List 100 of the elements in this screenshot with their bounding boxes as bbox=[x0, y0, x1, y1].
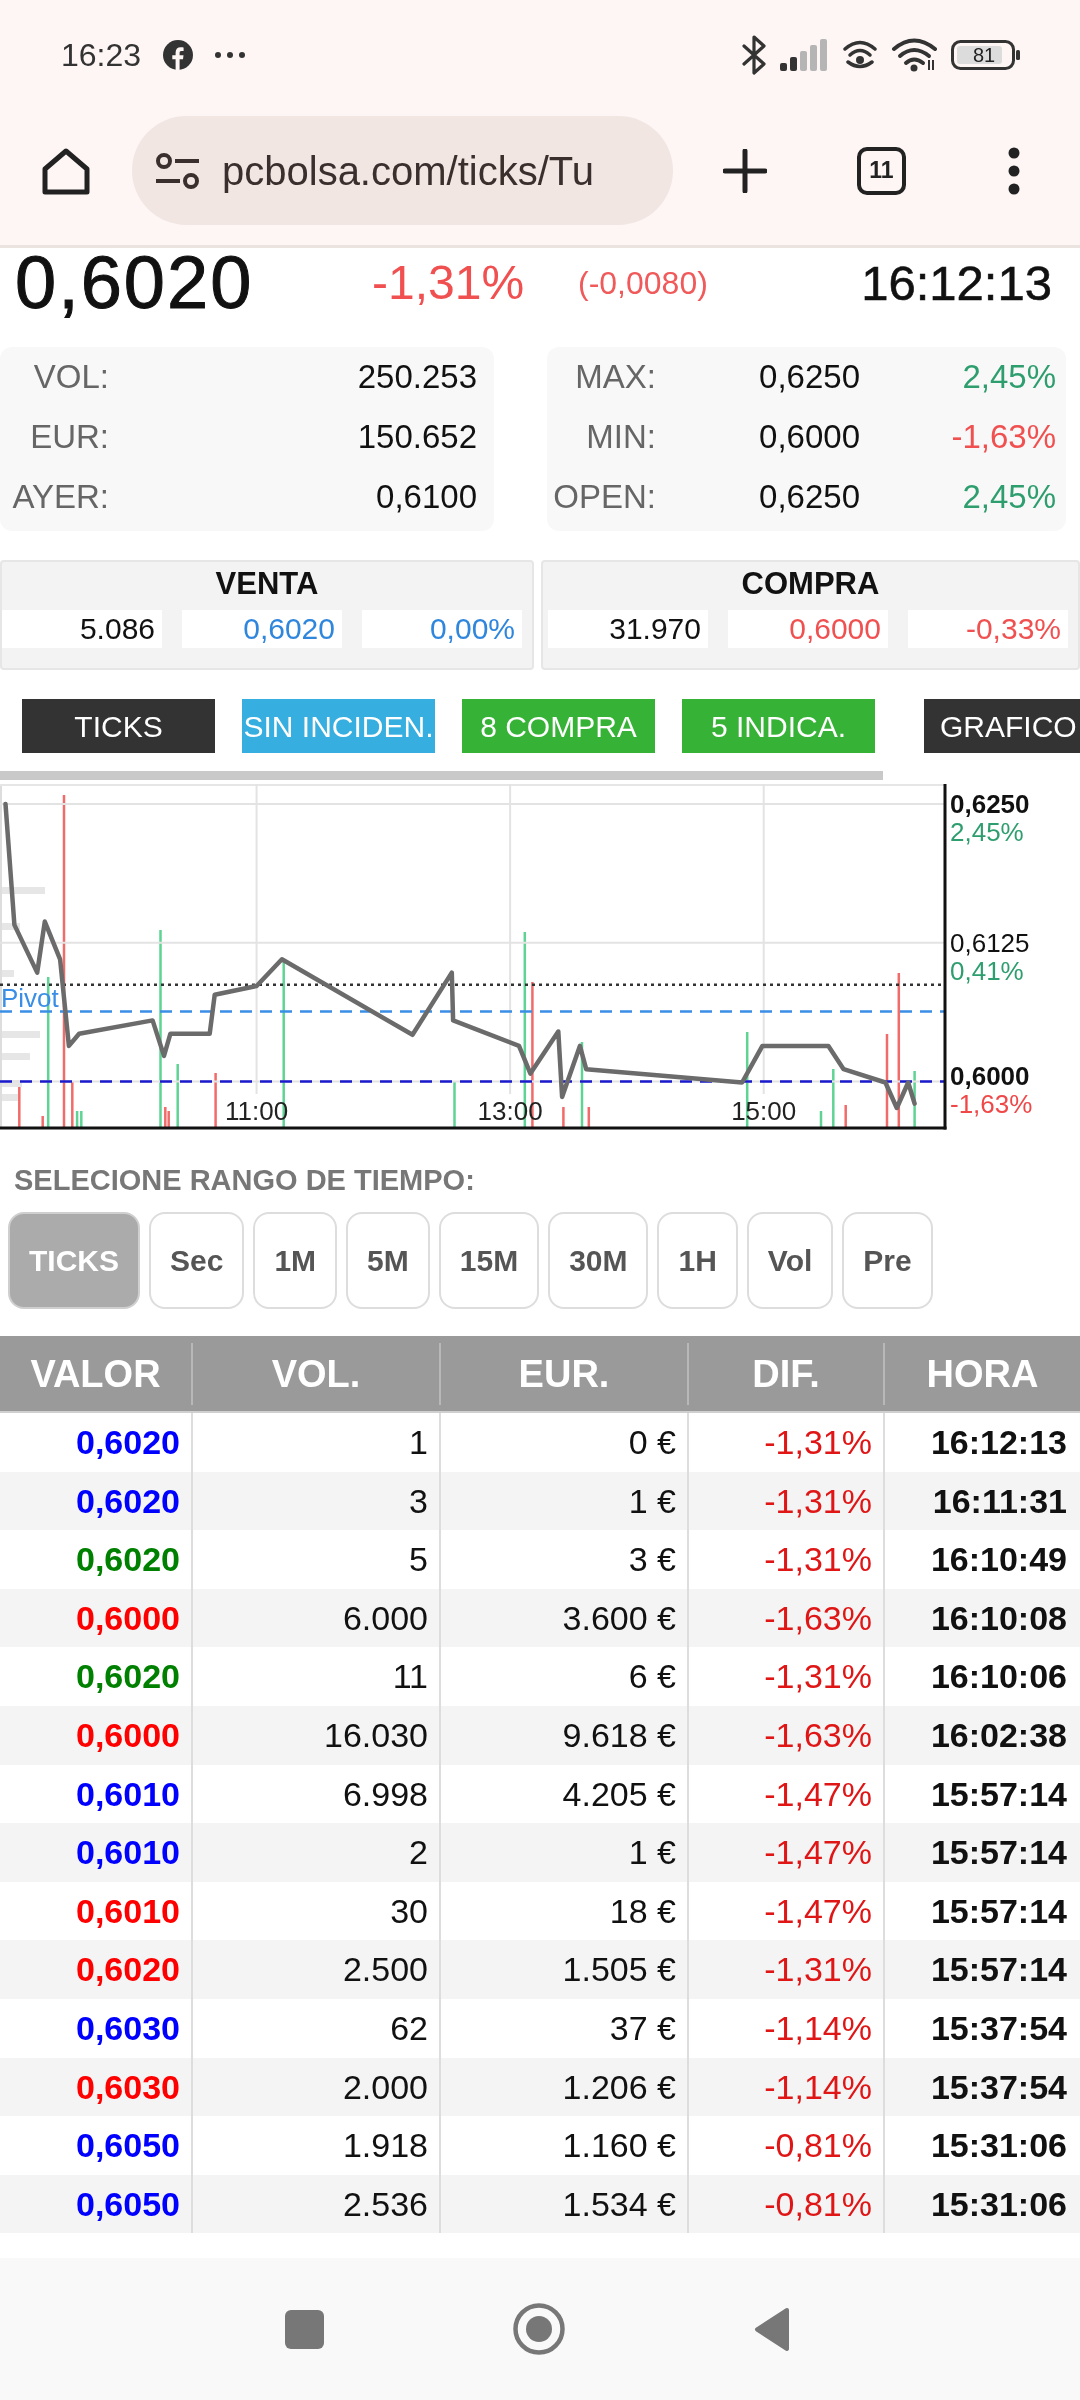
change-value: -1,31% bbox=[689, 1471, 885, 1531]
column-header: VALOR bbox=[0, 1342, 193, 1405]
price-value: 0,6050 bbox=[0, 2174, 193, 2234]
battery-percent: 81 bbox=[971, 43, 997, 68]
range-option[interactable]: Pre bbox=[842, 1212, 933, 1309]
stat-value: 150.652 bbox=[356, 417, 478, 458]
time-value: 16:10:49 bbox=[929, 1539, 1068, 1581]
price-value: 0,6020 bbox=[0, 1471, 193, 1531]
plus-icon[interactable] bbox=[723, 148, 767, 193]
range-option[interactable]: Sec bbox=[149, 1212, 245, 1309]
amount-value: 1 € bbox=[441, 1471, 689, 1531]
ring-icon[interactable] bbox=[513, 2303, 565, 2355]
time-value: 15:31:06 bbox=[929, 2125, 1068, 2167]
site-settings-icon[interactable] bbox=[155, 151, 200, 190]
volume-value: 3 bbox=[193, 1471, 441, 1531]
back-icon[interactable] bbox=[754, 2306, 790, 2352]
time-value: 15:57:14 bbox=[929, 1773, 1068, 1815]
price-value: 0,6010 bbox=[0, 1823, 193, 1882]
wifi-icon bbox=[891, 38, 938, 72]
time-value: 15:31:06 bbox=[929, 2183, 1068, 2225]
range-option[interactable]: 1H bbox=[657, 1212, 738, 1309]
price-value: 0,6020 bbox=[0, 1940, 193, 1999]
tab-switcher-button[interactable]: 11 bbox=[857, 146, 906, 195]
y-axis-label: 0,6000 bbox=[950, 1061, 1030, 1091]
column-header: DIF. bbox=[689, 1342, 885, 1405]
change-value: -0,81% bbox=[689, 2174, 885, 2234]
percent-change-label: 0,41% bbox=[950, 955, 1024, 986]
percent-change: -1,63% bbox=[950, 417, 1056, 458]
last-price: 0,6020 bbox=[15, 246, 255, 320]
time-value: 16:10:08 bbox=[929, 1597, 1068, 1639]
facebook-icon bbox=[163, 40, 194, 70]
column-header: VOL. bbox=[193, 1342, 441, 1405]
stat-value: 0,6250 bbox=[758, 357, 860, 398]
amount-value: 1 € bbox=[441, 1823, 689, 1882]
section-tab[interactable]: GRAFICO bbox=[924, 699, 1080, 753]
percent-change-label: 2,45% bbox=[950, 816, 1024, 847]
stat-value: 250.253 bbox=[356, 357, 478, 398]
percent-change: 2,45% bbox=[961, 357, 1056, 398]
more-dots-icon bbox=[215, 52, 246, 58]
stat-label: OPEN: bbox=[552, 477, 656, 518]
order-side-title: VENTA bbox=[214, 566, 320, 602]
stat-value: 0,6250 bbox=[758, 477, 860, 518]
time-value: 15:37:54 bbox=[929, 2007, 1068, 2049]
menu-icon[interactable] bbox=[1008, 146, 1020, 195]
order-value: 31.970 bbox=[548, 610, 708, 648]
time-value: 15:57:14 bbox=[929, 1832, 1068, 1874]
time-value: 16:10:06 bbox=[929, 1656, 1068, 1698]
order-value: -0,33% bbox=[908, 610, 1068, 648]
order-side-title: COMPRA bbox=[740, 566, 881, 602]
stat-value: 0,6000 bbox=[758, 417, 860, 458]
column-header: HORA bbox=[925, 1351, 1040, 1397]
price-value: 0,6000 bbox=[0, 1588, 193, 1648]
last-trade-time: 16:12:13 bbox=[861, 258, 1053, 308]
time-value: 15:37:54 bbox=[929, 2066, 1068, 2108]
address-bar[interactable]: pcbolsa.com/ticks/Tu bbox=[132, 116, 673, 225]
y-axis-label: 0,6250 bbox=[950, 788, 1030, 819]
bluetooth-icon bbox=[741, 35, 767, 75]
volume-value: 2.500 bbox=[193, 1940, 441, 1999]
amount-value: 1.206 € bbox=[441, 2057, 689, 2117]
signal-icon bbox=[780, 39, 829, 71]
change-value: -1,31% bbox=[689, 1940, 885, 1999]
range-option[interactable]: 15M bbox=[438, 1212, 540, 1309]
amount-value: 9.618 € bbox=[441, 1705, 689, 1765]
amount-value: 1.534 € bbox=[441, 2174, 689, 2234]
stat-label: MIN: bbox=[585, 417, 656, 458]
square-icon[interactable] bbox=[285, 2309, 324, 2349]
time-value: 16:11:31 bbox=[931, 1480, 1068, 1522]
section-label: SELECIONE RANGO DE TIEMPO: bbox=[13, 1163, 476, 1197]
volume-value: 6.000 bbox=[193, 1588, 441, 1648]
order-value: 0,6000 bbox=[728, 610, 888, 648]
time-value: 16:02:38 bbox=[929, 1714, 1068, 1756]
stat-label: EUR: bbox=[29, 417, 109, 458]
absolute-change: (-0,0080) bbox=[578, 267, 709, 299]
time-value: 16:12:13 bbox=[929, 1422, 1068, 1463]
range-option[interactable]: 1M bbox=[253, 1212, 338, 1309]
range-option[interactable]: Vol bbox=[746, 1212, 834, 1309]
stat-value: 0,6100 bbox=[375, 477, 478, 518]
order-value: 5.086 bbox=[2, 610, 162, 648]
time-value: 15:57:14 bbox=[929, 1890, 1068, 1932]
volume-value: 2 bbox=[193, 1823, 441, 1882]
section-tab[interactable]: TICKS bbox=[22, 699, 215, 753]
volume-value: 16.030 bbox=[193, 1705, 441, 1765]
percent-change: 2,45% bbox=[961, 477, 1056, 518]
range-option[interactable]: 5M bbox=[346, 1212, 430, 1309]
change-value: -1,47% bbox=[689, 1823, 885, 1882]
stat-label: VOL: bbox=[32, 357, 109, 398]
home-icon[interactable] bbox=[41, 146, 91, 195]
order-value: 0,00% bbox=[362, 610, 522, 648]
range-option[interactable]: 30M bbox=[548, 1212, 649, 1309]
change-value: -1,63% bbox=[689, 1588, 885, 1648]
volume-value: 2.000 bbox=[193, 2057, 441, 2117]
change-value: -1,14% bbox=[689, 2057, 885, 2117]
price-value: 0,6030 bbox=[0, 2057, 193, 2117]
status-time: 16:23 bbox=[61, 39, 142, 71]
change-value: -1,63% bbox=[689, 1705, 885, 1765]
price-value: 0,6000 bbox=[0, 1705, 193, 1765]
percent-change-label: -1,63% bbox=[950, 1089, 1033, 1119]
order-value: 0,6020 bbox=[182, 610, 342, 648]
y-axis-label: 0,6125 bbox=[950, 927, 1030, 958]
percent-change: -1,31% bbox=[372, 259, 526, 307]
